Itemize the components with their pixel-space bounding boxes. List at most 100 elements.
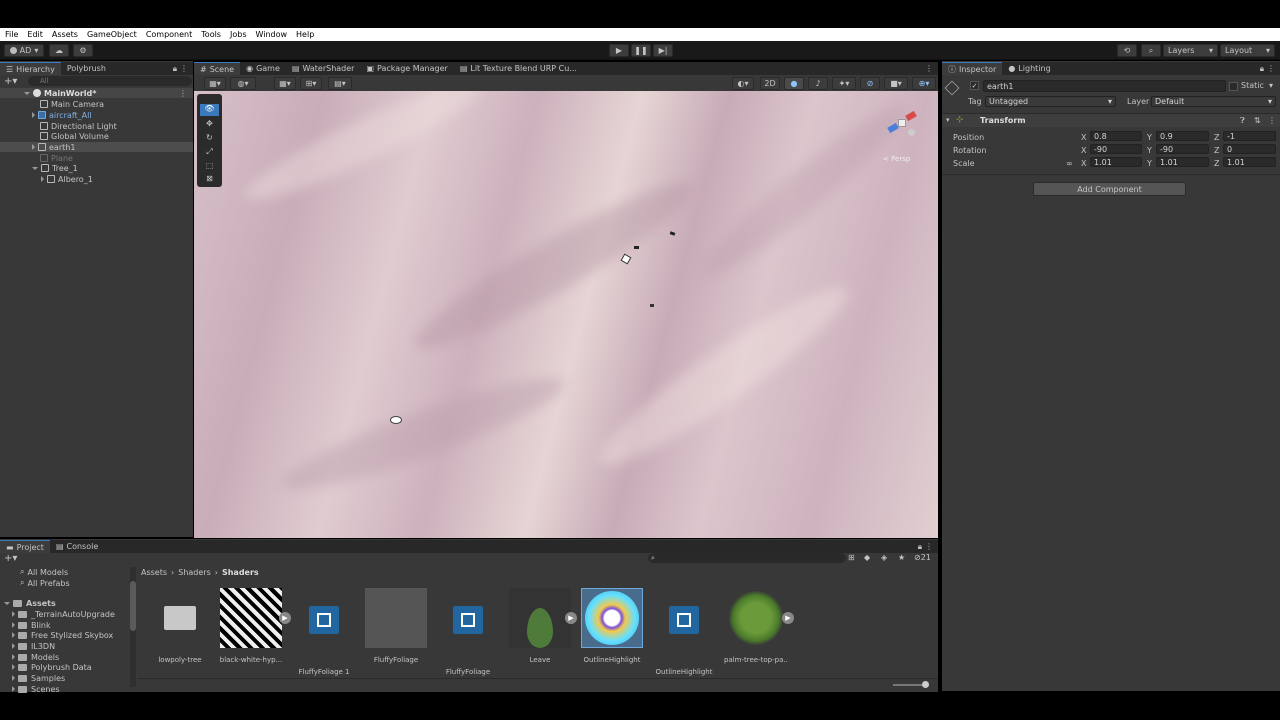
account-dropdown[interactable]: AD ▾: [4, 44, 44, 57]
tab-console[interactable]: ▤ Console: [50, 540, 104, 553]
project-search-input[interactable]: ⌕: [648, 553, 846, 563]
menu-tools[interactable]: Tools: [201, 30, 221, 39]
tab-game[interactable]: ◉ Game: [240, 62, 286, 75]
tab-project[interactable]: ▬ Project: [0, 540, 50, 553]
grid-snap-dropdown[interactable]: ▦▾: [274, 77, 296, 90]
tab-polybrush[interactable]: Polybrush: [61, 62, 112, 75]
rotation-y-field[interactable]: -90: [1156, 144, 1209, 154]
active-checkbox[interactable]: ✓: [970, 81, 979, 90]
scale-z-field[interactable]: 1.01: [1223, 157, 1276, 167]
lock-icon[interactable]: 🔒︎: [173, 64, 177, 74]
more-icon[interactable]: ⋮: [180, 64, 188, 73]
toggle-2d-button[interactable]: 2D: [760, 77, 780, 90]
more-icon[interactable]: ⋮: [1268, 116, 1276, 125]
asset-outline-highlight-shader[interactable]: OutlineHighlight: [652, 588, 716, 676]
tab-lit-texture-blend[interactable]: ▤ Lit Texture Blend URP Cu...: [454, 62, 583, 75]
asset-lowpoly-tree[interactable]: lowpoly-tree: [148, 588, 212, 664]
folder-item[interactable]: Samples: [12, 673, 65, 683]
help-icon[interactable]: ❓︎: [1240, 116, 1245, 126]
favorite-all-prefabs[interactable]: ⌕ All Prefabs: [20, 578, 70, 588]
gizmos-dropdown[interactable]: ⊕▾: [912, 77, 936, 90]
shading-mode-dropdown[interactable]: ◐▾: [732, 77, 754, 90]
hierarchy-item-plane[interactable]: Plane: [40, 153, 73, 163]
camera-dropdown[interactable]: ■▾: [884, 77, 908, 90]
expand-icon[interactable]: ▶: [565, 612, 577, 624]
preset-icon[interactable]: ⇅: [1254, 116, 1261, 125]
asset-fluffy-foliage-shader[interactable]: FluffyFoliage: [436, 588, 500, 676]
hierarchy-item-tree[interactable]: Tree_1: [32, 163, 78, 173]
rotation-z-field[interactable]: 0: [1223, 144, 1276, 154]
hidden-objects-toggle[interactable]: ⊘: [860, 77, 880, 90]
tag-dropdown[interactable]: Untagged ▾: [985, 96, 1116, 107]
aircraft-object[interactable]: [634, 246, 639, 249]
hierarchy-search-input[interactable]: All: [28, 76, 192, 86]
filter-label-icon[interactable]: ◆: [864, 553, 870, 562]
breadcrumb-item[interactable]: Shaders: [178, 568, 211, 577]
asset-palm-tree-top[interactable]: palm-tree-top-pa... ▶: [724, 588, 794, 664]
rotation-x-field[interactable]: -90: [1090, 144, 1142, 154]
more-icon[interactable]: ⋮: [925, 542, 933, 551]
grid-visibility-dropdown[interactable]: ▤▾: [328, 77, 352, 90]
audio-toggle[interactable]: ♪: [808, 77, 828, 90]
hidden-packages-toggle[interactable]: ⊘21: [914, 553, 931, 562]
perspective-label[interactable]: < Persp: [883, 155, 910, 163]
folder-item[interactable]: _TerrainAutoUpgrade: [12, 609, 115, 619]
add-icon[interactable]: +▾: [4, 553, 17, 564]
menu-component[interactable]: Component: [146, 30, 192, 39]
more-icon[interactable]: ⋮: [925, 64, 933, 73]
hierarchy-item-main-camera[interactable]: Main Camera: [40, 99, 104, 109]
breadcrumb-item[interactable]: Assets: [141, 568, 167, 577]
folder-item[interactable]: Scenes: [12, 684, 60, 694]
scene-viewport[interactable]: 👁︎ ✥ ↻ ⤢ ⬚ ⊠ < Persp: [194, 91, 938, 538]
expand-icon[interactable]: ▶: [279, 612, 291, 624]
folder-item[interactable]: Models: [12, 652, 59, 662]
static-checkbox[interactable]: [1229, 82, 1238, 91]
rotate-tool-icon[interactable]: ↻: [200, 133, 219, 145]
favorite-all-models[interactable]: ⌕ All Models: [20, 567, 68, 577]
menu-jobs[interactable]: Jobs: [230, 30, 247, 39]
folder-item[interactable]: IL3DN: [12, 641, 55, 651]
folder-item[interactable]: Free Stylized Skybox: [12, 630, 113, 640]
orientation-gizmo[interactable]: [884, 105, 920, 141]
tab-inspector[interactable]: ⓘ Inspector: [942, 62, 1003, 75]
breadcrumb-item[interactable]: Shaders: [222, 568, 259, 577]
hierarchy-item-albero[interactable]: Albero_1: [41, 174, 93, 184]
more-icon[interactable]: ⋮: [179, 89, 187, 98]
tab-scene[interactable]: # Scene: [194, 62, 241, 75]
scale-tool-icon[interactable]: ⤢: [200, 147, 219, 159]
assets-root-folder[interactable]: Assets: [4, 598, 56, 608]
menu-edit[interactable]: Edit: [27, 30, 43, 39]
add-component-button[interactable]: Add Component: [1033, 182, 1186, 196]
lock-icon[interactable]: 🔒︎: [1260, 64, 1264, 74]
asset-fluffy-foliage-1[interactable]: FluffyFoliage 1: [292, 588, 356, 676]
folder-item[interactable]: Polybrush Data: [12, 662, 92, 672]
search-button[interactable]: ⌕: [1141, 44, 1161, 57]
position-y-field[interactable]: 0.9: [1156, 131, 1209, 141]
scale-y-field[interactable]: 1.01: [1156, 157, 1209, 167]
transform-tool-icon[interactable]: ⊠: [200, 174, 219, 186]
pause-button[interactable]: ❚❚: [631, 44, 651, 57]
draw-mode-dropdown[interactable]: ▦▾: [204, 77, 226, 90]
thumbnail-size-slider[interactable]: [893, 681, 929, 688]
scale-x-field[interactable]: 1.01: [1090, 157, 1142, 167]
layers-dropdown[interactable]: Layers ▾: [1163, 44, 1218, 57]
tab-watershader[interactable]: ▤ WaterShader: [286, 62, 361, 75]
lighting-toggle[interactable]: ●: [784, 77, 804, 90]
play-button[interactable]: ▶: [609, 44, 629, 57]
expand-icon[interactable]: ▶: [782, 612, 794, 624]
collab-button[interactable]: ⚙: [73, 44, 93, 57]
tab-hierarchy[interactable]: ☰ Hierarchy: [0, 62, 61, 75]
effects-dropdown[interactable]: ✦▾: [832, 77, 856, 90]
layer-dropdown[interactable]: Default ▾: [1151, 96, 1276, 107]
cloud-button[interactable]: ☁: [49, 44, 69, 57]
menu-assets[interactable]: Assets: [52, 30, 78, 39]
hierarchy-item-earth1[interactable]: earth1: [0, 142, 193, 152]
chevron-down-icon[interactable]: ▾: [946, 116, 950, 124]
folder-tree-scrollbar[interactable]: [130, 567, 136, 687]
lock-icon[interactable]: 🔒︎: [918, 542, 922, 552]
hierarchy-item-aircraft[interactable]: aircraft_All: [32, 110, 92, 120]
folder-item[interactable]: Blink: [12, 620, 51, 630]
rect-tool-icon[interactable]: ⬚: [200, 161, 219, 173]
chevron-down-icon[interactable]: ▾: [1269, 81, 1273, 90]
step-button[interactable]: ▶|: [653, 44, 673, 57]
